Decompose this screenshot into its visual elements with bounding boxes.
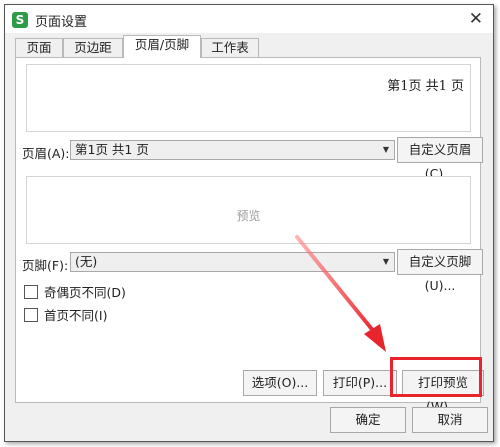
tab-header-footer[interactable]: 页眉/页脚 xyxy=(123,35,201,58)
annotation-arrow-icon xyxy=(295,235,386,352)
